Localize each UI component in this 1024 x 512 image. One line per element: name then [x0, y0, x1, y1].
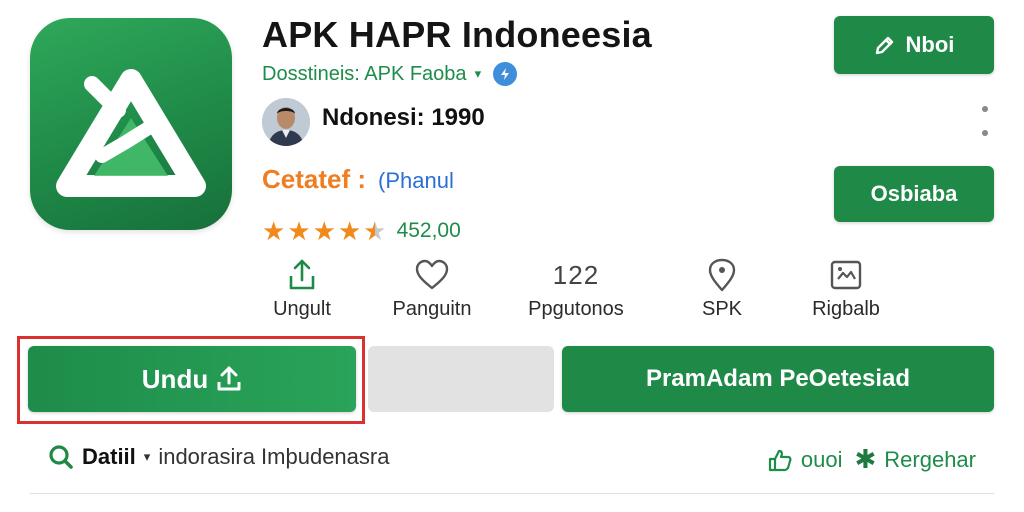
secondary-button-label: Osbiaba [870, 181, 958, 206]
upload-arrow-icon [217, 366, 241, 391]
star-icon: ★ [312, 216, 336, 246]
download-button[interactable]: Undu [28, 346, 356, 412]
secondary-button[interactable]: Osbiaba [834, 166, 994, 222]
action-share-label: Ungult [273, 298, 331, 320]
screenshot-icon [829, 258, 863, 292]
edit-icon [875, 36, 893, 55]
star-half-icon: ★ [363, 216, 387, 246]
chevron-down-icon[interactable]: ▾ [144, 449, 151, 465]
app-title: APK HAPR Indoneesia [262, 14, 652, 55]
category-link[interactable]: (Phanul [378, 168, 454, 194]
star-icon: ✱ [854, 444, 877, 474]
edit-button[interactable]: Nboi [834, 16, 994, 74]
detail-label: Datiil [82, 444, 136, 469]
developer-name[interactable]: Dosstineis: APK Faoba [262, 63, 467, 86]
star-icon: ★ [287, 216, 311, 246]
chevron-down-icon[interactable]: ▾ [475, 66, 482, 82]
download-button-label: Undu [141, 363, 209, 394]
like-link[interactable]: ouoi [801, 447, 843, 473]
primary-action-label: PramAdam PeOetesiad [645, 365, 911, 392]
action-share[interactable]: Ungult [232, 258, 372, 321]
primary-action-button[interactable]: PramAdam PeOetesiad [562, 346, 994, 412]
verified-badge-icon [493, 62, 518, 86]
rating-value: 452,00 [396, 219, 461, 242]
counter-value: 122 [552, 259, 600, 290]
developer-row[interactable]: Dosstineis: APK Faoba ▾ [262, 62, 518, 86]
avatar[interactable] [262, 98, 310, 146]
thumbs-up-icon[interactable] [767, 447, 793, 473]
right-links: ouoi ✱ Rergehar [767, 444, 976, 475]
heart-icon [414, 258, 450, 292]
action-favorite[interactable]: Panguitn [362, 258, 502, 321]
user-info: Ndonesi: 1990 [322, 104, 485, 131]
star-icon: ★ [337, 216, 362, 246]
action-screenshot-label: Rigbalb [812, 298, 880, 320]
action-favorite-label: Panguitn [392, 298, 472, 320]
category-row: Cetatef : (Phanul [262, 164, 454, 195]
app-logo-icon [56, 69, 206, 197]
disabled-button[interactable] [368, 346, 554, 412]
location-pin-icon [707, 258, 737, 292]
category-label: Cetatef : [262, 164, 367, 194]
action-location-label: SPK [701, 298, 743, 320]
action-screenshot[interactable]: Rigbalb [776, 258, 916, 321]
rating-row: ★ ★ ★ ★ ★ 452,00 [262, 216, 461, 246]
search-icon [49, 445, 73, 469]
more-options-icon[interactable] [978, 106, 992, 136]
action-counter[interactable]: 122 Ppgutonos [506, 258, 646, 321]
edit-button-label: Nboi [905, 32, 955, 57]
detail-row[interactable]: Datiil ▾ indorasira Imþudenasra [48, 444, 389, 470]
divider [30, 493, 994, 494]
app-icon [30, 18, 232, 230]
counter-icon: 122 [553, 258, 599, 292]
action-location[interactable]: SPK [652, 258, 792, 321]
star-icon: ★ [262, 216, 286, 246]
rate-link[interactable]: Rergehar [884, 447, 976, 473]
share-icon [286, 258, 318, 292]
action-counter-label: Ppgutonos [528, 298, 624, 320]
detail-text: indorasira Imþudenasra [158, 444, 390, 469]
